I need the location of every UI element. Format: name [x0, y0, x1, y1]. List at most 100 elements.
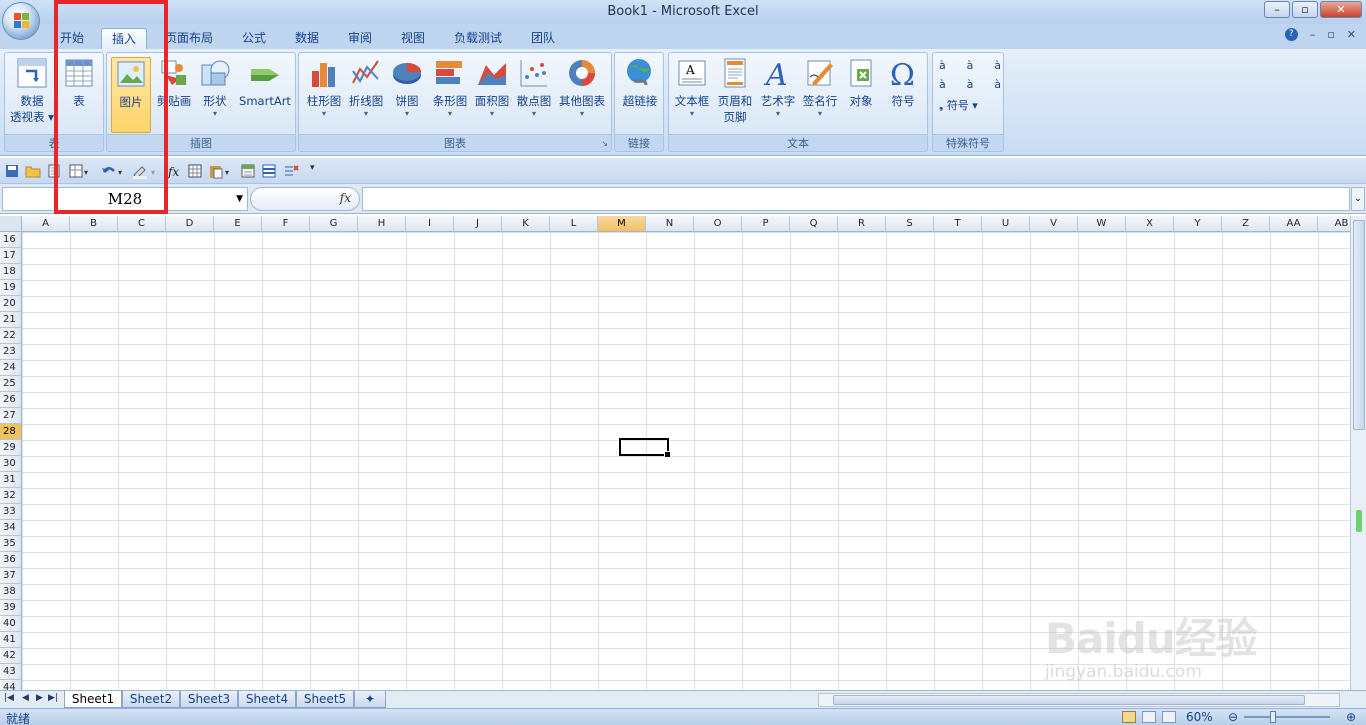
symbol-menu-button[interactable]: ❟ 符号 ▾ [939, 97, 1001, 113]
column-header[interactable]: AA [1270, 216, 1318, 232]
shapes-button[interactable]: 形状 ▾ [195, 57, 235, 119]
column-header[interactable]: Z [1222, 216, 1270, 232]
area-chart-button[interactable]: 面积图 ▾ [471, 57, 513, 119]
bar-chart-button[interactable]: 条形图 ▾ [429, 57, 471, 119]
column-header[interactable]: L [550, 216, 598, 232]
column-header[interactable]: Y [1174, 216, 1222, 232]
row-header[interactable]: 34 [0, 520, 22, 536]
row-header[interactable]: 22 [0, 328, 22, 344]
row-header[interactable]: 19 [0, 280, 22, 296]
normal-view-icon[interactable] [1122, 711, 1136, 723]
help-icon[interactable]: ? [1284, 28, 1298, 41]
vertical-scroll-thumb[interactable] [1353, 220, 1365, 430]
insert-function-icon[interactable]: fx [166, 163, 182, 179]
charts-dialog-launcher-icon[interactable]: ↘ [601, 139, 608, 148]
next-sheet-icon[interactable]: ▶ [36, 693, 43, 703]
formula-input[interactable] [362, 187, 1350, 211]
column-header[interactable]: F [262, 216, 310, 232]
object-button[interactable]: 对象 [841, 57, 881, 109]
column-header[interactable]: A [22, 216, 70, 232]
scatter-chart-button[interactable]: 散点图 ▾ [513, 57, 555, 119]
row-header[interactable]: 16 [0, 232, 22, 248]
symbol-cell[interactable]: à [967, 78, 974, 91]
column-header[interactable]: R [838, 216, 886, 232]
row-header[interactable]: 38 [0, 584, 22, 600]
textbox-button[interactable]: A 文本框 ▾ [671, 57, 713, 119]
wordart-button[interactable]: A 艺术字 ▾ [757, 57, 799, 119]
ribbon-close-icon[interactable]: ✕ [1347, 28, 1356, 41]
tab-view[interactable]: 视图 [395, 28, 431, 49]
horizontal-scroll-thumb[interactable] [833, 695, 1305, 705]
symbol-cell[interactable]: à [994, 78, 1001, 91]
column-header[interactable]: P [742, 216, 790, 232]
vertical-scrollbar[interactable] [1350, 216, 1366, 690]
column-header[interactable]: D [166, 216, 214, 232]
row-header[interactable]: 26 [0, 392, 22, 408]
signature-line-button[interactable]: 签名行 ▾ [799, 57, 841, 119]
paste-icon[interactable]: ▾ [208, 163, 234, 179]
close-button[interactable]: ✕ [1320, 1, 1362, 18]
sheet-tab-1[interactable]: Sheet1 [64, 691, 122, 708]
column-header[interactable]: M [598, 216, 646, 232]
column-header[interactable]: U [982, 216, 1030, 232]
row-header[interactable]: 21 [0, 312, 22, 328]
sheet-tab-3[interactable]: Sheet3 [180, 691, 238, 708]
zoom-slider[interactable] [1244, 716, 1330, 718]
sort-icon[interactable] [240, 163, 256, 179]
column-header[interactable]: I [406, 216, 454, 232]
smartart-button[interactable]: SmartArt [235, 57, 295, 109]
symbol-cell[interactable]: à [994, 59, 1001, 72]
row-header[interactable]: 25 [0, 376, 22, 392]
ribbon-restore-icon[interactable]: ▫ [1327, 28, 1334, 41]
column-header[interactable]: X [1126, 216, 1174, 232]
last-sheet-icon[interactable]: ▶| [48, 693, 58, 703]
row-header[interactable]: 24 [0, 360, 22, 376]
freeze-panes-icon[interactable] [261, 163, 277, 179]
column-header[interactable]: H [358, 216, 406, 232]
row-header[interactable]: 20 [0, 296, 22, 312]
fx-icon[interactable]: fx [340, 191, 351, 205]
column-header[interactable]: V [1030, 216, 1078, 232]
column-header[interactable]: E [214, 216, 262, 232]
select-all-corner[interactable] [0, 216, 22, 232]
borders-icon[interactable] [187, 163, 203, 179]
column-header[interactable]: Q [790, 216, 838, 232]
row-header[interactable]: 32 [0, 488, 22, 504]
expand-formula-bar-icon[interactable]: ⌄ [1351, 187, 1365, 211]
column-header[interactable]: AB [1318, 216, 1350, 232]
symbol-cell[interactable]: à [939, 59, 946, 72]
tab-team[interactable]: 团队 [525, 28, 561, 49]
row-header[interactable]: 35 [0, 536, 22, 552]
pivot-table-button[interactable]: 数据 透视表 ▾ [9, 57, 55, 125]
active-cell[interactable] [619, 438, 671, 458]
zoom-in-icon[interactable]: ⊕ [1346, 710, 1356, 724]
tab-data[interactable]: 数据 [289, 28, 325, 49]
row-header[interactable]: 27 [0, 408, 22, 424]
save-icon[interactable] [4, 163, 20, 179]
hyperlink-button[interactable]: 超链接 [617, 57, 663, 109]
customize-qat-icon[interactable]: ▾ [310, 163, 315, 173]
sheet-tab-4[interactable]: Sheet4 [238, 691, 296, 708]
name-box-dropdown-icon[interactable]: ▼ [236, 188, 243, 210]
first-sheet-icon[interactable]: |◀ [4, 693, 14, 703]
tab-load-test[interactable]: 负载测试 [448, 28, 508, 49]
column-header[interactable]: G [310, 216, 358, 232]
row-header[interactable]: 28 [0, 424, 22, 440]
row-header[interactable]: 43 [0, 664, 22, 680]
insert-sheet-icon[interactable]: ✦ [354, 691, 386, 708]
row-header[interactable]: 23 [0, 344, 22, 360]
column-header[interactable]: B [70, 216, 118, 232]
sheet-tab-2[interactable]: Sheet2 [122, 691, 180, 708]
symbol-cell[interactable]: à [967, 59, 974, 72]
row-header[interactable]: 37 [0, 568, 22, 584]
pie-chart-button[interactable]: 饼图 ▾ [387, 57, 427, 119]
column-header[interactable]: T [934, 216, 982, 232]
office-button[interactable] [2, 2, 40, 40]
zoom-slider-knob[interactable] [1270, 711, 1276, 723]
column-header[interactable]: W [1078, 216, 1126, 232]
row-header[interactable]: 41 [0, 632, 22, 648]
maximize-button[interactable]: ▫ [1292, 1, 1318, 18]
row-header[interactable]: 17 [0, 248, 22, 264]
clear-format-icon[interactable] [283, 163, 299, 179]
minimize-button[interactable]: – [1264, 1, 1290, 18]
